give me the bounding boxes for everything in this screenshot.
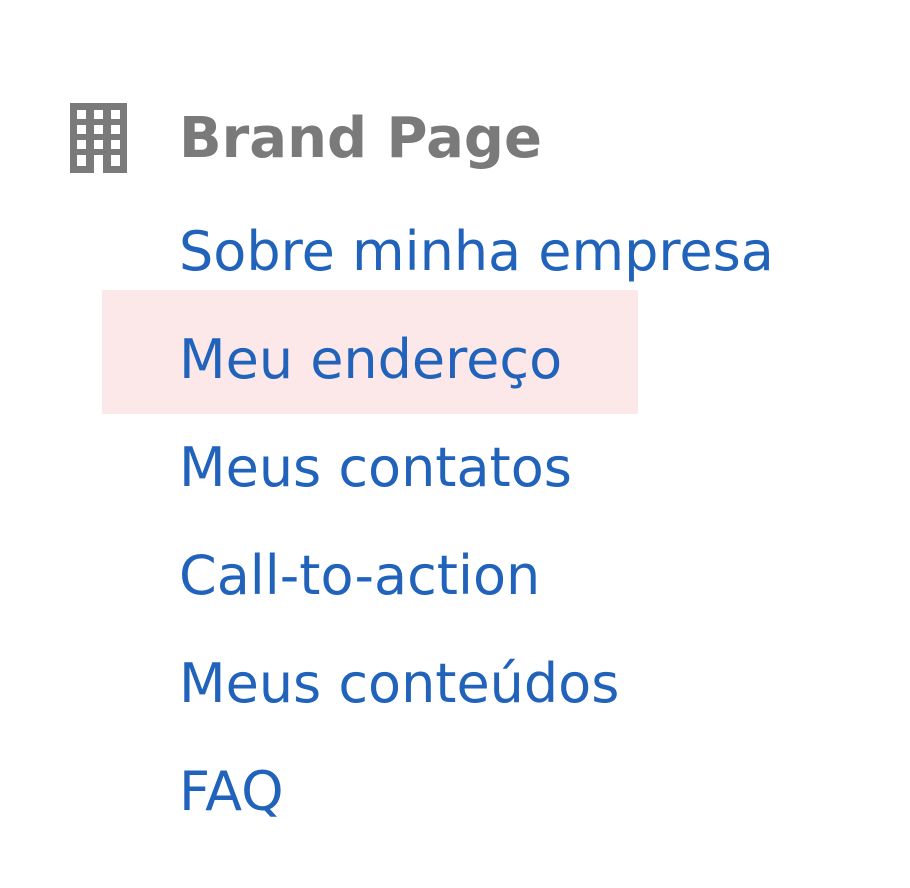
brand-page-nav: Sobre minha empresa Meu endereço Meus co… <box>0 198 910 846</box>
nav-item-meus-conteudos[interactable]: Meus conteúdos <box>0 630 910 738</box>
nav-item-call-to-action[interactable]: Call-to-action <box>0 522 910 630</box>
nav-item-meu-endereco[interactable]: Meu endereço <box>0 290 910 414</box>
section-title: Brand Page <box>179 106 542 171</box>
nav-link-meus-contatos[interactable]: Meus contatos <box>179 432 572 504</box>
nav-link-meu-endereco[interactable]: Meu endereço <box>179 324 562 396</box>
nav-item-faq[interactable]: FAQ <box>0 738 910 846</box>
nav-link-call-to-action[interactable]: Call-to-action <box>179 540 540 612</box>
building-icon <box>70 103 127 173</box>
nav-item-meus-contatos[interactable]: Meus contatos <box>0 414 910 522</box>
nav-link-meus-conteudos[interactable]: Meus conteúdos <box>179 648 619 720</box>
nav-link-faq[interactable]: FAQ <box>179 756 284 828</box>
nav-link-sobre-minha-empresa[interactable]: Sobre minha empresa <box>179 216 774 288</box>
